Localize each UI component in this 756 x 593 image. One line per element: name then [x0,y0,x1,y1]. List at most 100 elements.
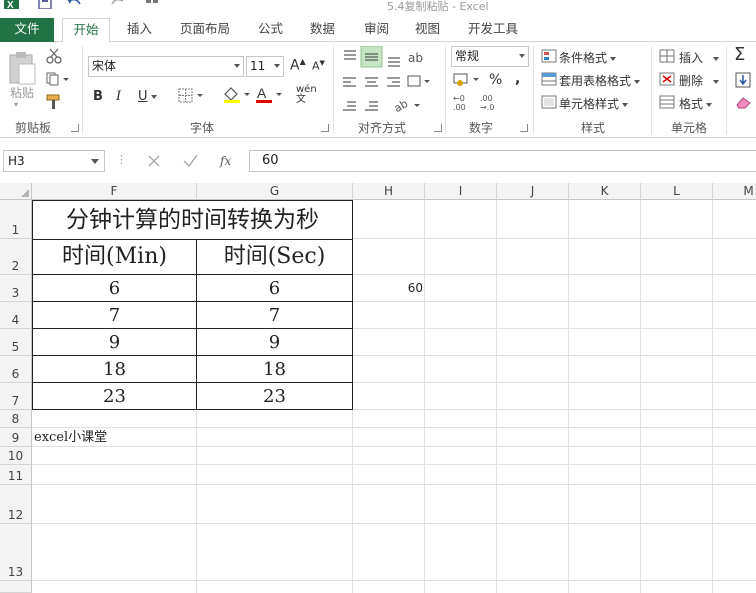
alignment-launcher[interactable] [434,124,442,132]
cut-icon[interactable] [46,48,62,64]
row-header-2[interactable]: 2 [0,239,32,275]
formula-input[interactable]: 60 [249,150,756,172]
row-header-12[interactable]: 12 [0,485,32,524]
group-separator [333,46,334,134]
number-launcher[interactable] [520,124,528,132]
cell-styles-button[interactable]: 单元格样式 [559,95,629,112]
row-header-4[interactable]: 4 [0,302,32,329]
tab-insert[interactable]: 插入 [127,18,152,42]
column-header-k[interactable]: K [569,183,641,200]
tab-home[interactable]: 开始 [62,18,110,43]
tab-file[interactable]: 文件 [0,18,54,42]
tab-data[interactable]: 数据 [310,18,335,42]
fill-icon[interactable] [735,72,751,88]
column-header-l[interactable]: L [641,183,713,200]
row-header-11[interactable]: 11 [0,465,32,485]
conditional-formatting-button[interactable]: 条件格式 [559,49,617,66]
phonetic-guide-button[interactable]: wén 文 [296,85,317,105]
excel-logo-icon: X [4,0,19,9]
redo-icon[interactable] [108,0,126,9]
tab-page-layout[interactable]: 页面布局 [180,18,230,42]
number-format-combo[interactable]: 常规 [451,46,529,67]
paste-label[interactable]: 粘贴 [10,84,34,101]
underline-button[interactable]: U [138,89,157,104]
row-header-5[interactable]: 5 [0,329,32,356]
row-header-7[interactable]: 7 [0,383,32,410]
column-header-h[interactable]: H [353,183,425,200]
clipboard-launcher[interactable] [71,124,79,132]
font-size-combo[interactable]: 11 [246,56,284,77]
alignment-buttons[interactable]: ab ab [340,46,440,120]
tab-developer[interactable]: 开发工具 [468,18,518,42]
row-header-6[interactable]: 6 [0,356,32,383]
touch-mode-icon[interactable] [145,0,161,9]
format-button[interactable]: 格式 [679,95,713,112]
row-header-1[interactable]: 1 [0,200,32,239]
font-launcher[interactable] [321,124,329,132]
min-cell[interactable]: 9 [33,329,196,355]
font-color-icon[interactable]: A [254,86,284,104]
fill-color-icon[interactable] [222,86,252,104]
min-cell[interactable]: 7 [33,302,196,328]
increase-font-size-icon[interactable]: A▲ [290,57,306,74]
svg-text:ab: ab [408,51,423,65]
row-header-8[interactable]: 8 [0,410,32,428]
autosum-icon[interactable]: Σ [734,44,745,65]
gridline [32,427,756,428]
insert-button[interactable]: 插入 [679,49,720,66]
select-all-button[interactable] [0,183,32,200]
note-cell-f9[interactable]: excel小课堂 [34,428,107,447]
alignment-group-label: 对齐方式 [358,121,407,135]
table-title-cell[interactable]: 分钟计算的时间转换为秒 [33,202,352,238]
italic-button[interactable]: I [116,89,121,104]
paste-dropdown[interactable]: ▾ [14,100,18,109]
column-header-j[interactable]: J [497,183,569,200]
sec-cell[interactable]: 6 [197,275,352,301]
header-sec-cell[interactable]: 时间(Sec) [197,240,352,274]
paste-icon[interactable] [8,50,38,86]
column-header-m[interactable]: M [713,183,756,200]
formula-bar-buttons: fx [148,154,231,168]
window-title: 5.4复制粘贴 - Excel [387,0,489,13]
selected-cell-h3[interactable]: 60 [353,275,423,301]
clear-icon[interactable] [735,95,753,109]
format-as-table-button[interactable]: 套用表格格式 [559,72,641,89]
column-header-g[interactable]: G [197,183,353,200]
worksheet-grid[interactable]: F G H I J K L M 1 2 3 4 5 6 7 8 9 10 11 … [0,183,756,593]
copy-icon[interactable] [46,72,70,86]
sec-cell[interactable]: 9 [197,329,352,355]
column-header-i[interactable]: I [425,183,497,200]
decimal-buttons[interactable]: ←0 .00 .00 →.0 [452,93,512,113]
row-header-9[interactable]: 9 [0,428,32,447]
sec-cell[interactable]: 23 [197,383,352,409]
min-cell[interactable]: 18 [33,356,196,382]
percent-style-button[interactable]: % [489,72,502,88]
comma-style-button[interactable]: , [515,71,520,87]
tab-review[interactable]: 审阅 [364,18,389,42]
group-separator [82,46,83,134]
accounting-format-icon[interactable] [452,71,482,89]
font-name-combo[interactable]: 宋体 [88,56,244,77]
min-cell[interactable]: 6 [33,275,196,301]
bold-button[interactable]: B [93,89,103,104]
formula-bar-grip: ⋮ [116,153,127,166]
sec-cell[interactable]: 18 [197,356,352,382]
gridline [496,200,497,593]
row-header-14[interactable] [0,581,32,593]
borders-icon[interactable] [178,88,206,104]
decrease-font-size-icon[interactable]: A▼ [312,59,325,73]
min-cell[interactable]: 23 [33,383,196,409]
row-header-13[interactable]: 13 [0,524,32,581]
sec-cell[interactable]: 7 [197,302,352,328]
name-box[interactable]: H3 [3,150,105,172]
column-header-f[interactable]: F [32,183,197,200]
header-min-cell[interactable]: 时间(Min) [33,240,196,274]
format-painter-icon[interactable] [46,94,64,110]
row-header-3[interactable]: 3 [0,275,32,302]
save-icon[interactable] [38,0,52,9]
delete-button[interactable]: 删除 [679,72,720,89]
tab-view[interactable]: 视图 [415,18,440,42]
row-header-10[interactable]: 10 [0,447,32,465]
undo-icon[interactable] [66,0,84,9]
tab-formulas[interactable]: 公式 [258,18,283,42]
